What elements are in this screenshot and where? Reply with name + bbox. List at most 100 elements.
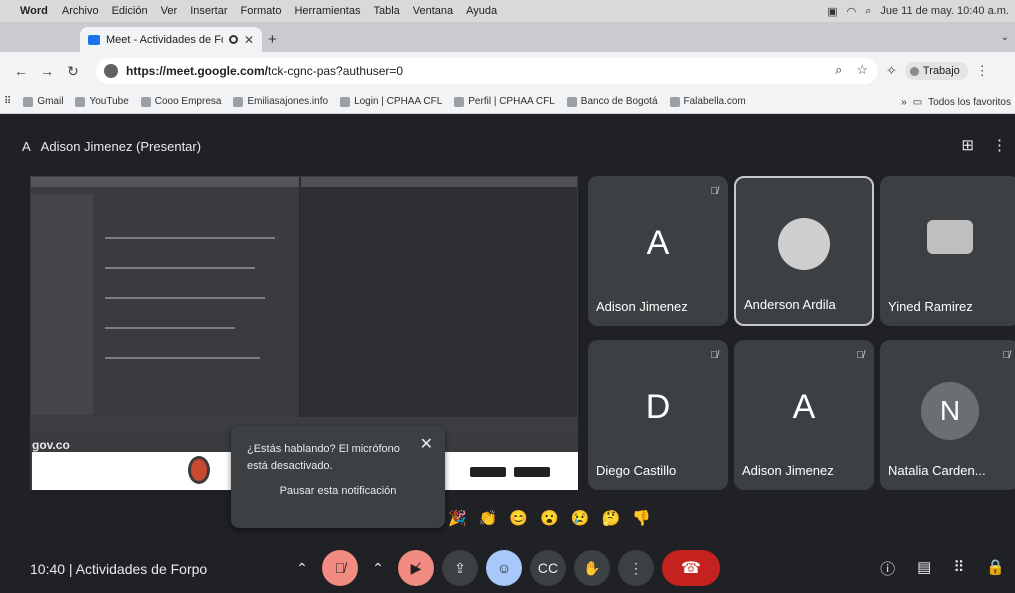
- forward-icon[interactable]: →: [36, 63, 58, 79]
- captions-button[interactable]: CC: [530, 550, 566, 586]
- wifi-icon[interactable]: ◠: [847, 5, 857, 18]
- search-icon[interactable]: ⌕: [865, 5, 871, 18]
- layout-icon[interactable]: ⊞: [961, 136, 974, 154]
- raise-hand-button[interactable]: ✋: [574, 550, 610, 586]
- mic-off-icon: 🎙̸: [856, 350, 865, 361]
- menu-edicion[interactable]: Edición: [112, 5, 148, 17]
- navigation-bar: ← → ↻ https://meet.google.com/ tck-cgnc-…: [0, 52, 1015, 90]
- screen-share-icon[interactable]: ▣: [827, 5, 837, 18]
- system-menu-bar: Word Archivo Edición Ver Insertar Format…: [0, 0, 1015, 22]
- tab-meet[interactable]: Meet - Actividades de For ✕: [80, 27, 262, 52]
- shared-window-left: [31, 177, 299, 417]
- tab-search-icon[interactable]: ⌄: [1001, 32, 1009, 43]
- participant-tile[interactable]: 🎙̸ A Adison Jimenez: [588, 176, 728, 326]
- leave-call-button[interactable]: ☎: [662, 550, 720, 586]
- bookmark-emiliasajones[interactable]: Emiliasajones.info: [233, 96, 328, 107]
- url-path: tck-cgnc-pas?authuser=0: [268, 64, 404, 78]
- reaction-smile[interactable]: 😊: [509, 509, 528, 527]
- menu-insertar[interactable]: Insertar: [190, 5, 227, 17]
- meeting-details-icon[interactable]: ⓘ: [880, 558, 895, 579]
- present-screen-button[interactable]: ⇪: [442, 550, 478, 586]
- reaction-surprised[interactable]: 😮: [540, 509, 559, 527]
- more-bookmarks-button[interactable]: »: [901, 97, 907, 108]
- extensions-icon[interactable]: ✧: [886, 63, 897, 79]
- meeting-info: 10:40 | Actividades de Forpo: [30, 561, 208, 577]
- host-controls-icon[interactable]: 🔒: [986, 558, 1005, 579]
- side-panel-buttons: ⓘ ▤ ⠿ 🔒: [880, 558, 1005, 579]
- shared-window-right: [301, 177, 577, 417]
- bookmark-perfil-cphaa[interactable]: Perfil | CPHAA CFL: [454, 96, 555, 107]
- participant-name: Yined Ramirez: [888, 299, 973, 314]
- reaction-thumbs-down[interactable]: 👎: [632, 509, 651, 527]
- video-options-chevron-icon[interactable]: ⌃: [366, 550, 390, 586]
- presenter-initial: A: [22, 139, 31, 154]
- reload-icon[interactable]: ↻: [62, 63, 84, 80]
- participant-name: Diego Castillo: [596, 463, 677, 478]
- avatar: N: [921, 382, 979, 440]
- bookmark-banco-bogota[interactable]: Banco de Bogotá: [566, 96, 658, 107]
- profile-button[interactable]: Trabajo: [904, 62, 968, 80]
- chat-icon[interactable]: ▤: [917, 558, 931, 579]
- gov-buttons: [470, 467, 550, 477]
- participant-tile-active[interactable]: Anderson Ardila: [734, 176, 874, 326]
- participant-name: Natalia Carden...: [888, 463, 986, 478]
- reaction-party[interactable]: 🎉: [448, 509, 467, 527]
- pause-notification-button[interactable]: Pausar esta notificación: [231, 485, 445, 497]
- reaction-sad[interactable]: 😢: [571, 509, 590, 527]
- bookmarks-bar: ⠿ Gmail YouTube Cooo Empresa Emiliasajon…: [0, 90, 1015, 114]
- more-options-button[interactable]: ⋮: [618, 550, 654, 586]
- mic-off-icon: 🎙̸: [710, 350, 719, 361]
- notification-message: ¿Estás hablando? El micrófono está desac…: [247, 443, 400, 472]
- avatar-photo: [927, 220, 973, 254]
- camera-toggle-button[interactable]: ▶̸: [398, 550, 434, 586]
- mic-toggle-button[interactable]: 🎙̸: [322, 550, 358, 586]
- menu-kebab-icon[interactable]: ⋮: [976, 63, 989, 79]
- participant-tile[interactable]: 🎙̸ N Natalia Carden...: [880, 340, 1015, 490]
- reaction-clap[interactable]: 👏: [479, 509, 498, 527]
- new-tab-button[interactable]: +: [268, 31, 277, 48]
- call-controls: ⌃ 🎙̸ ⌃ ▶̸ ⇪ ☺ CC ✋ ⋮ ☎: [290, 550, 720, 586]
- apps-grid-icon[interactable]: ⠿: [4, 96, 11, 107]
- stage-top-icons: ⊞ ⋮: [961, 136, 1007, 154]
- bookmark-login-cphaa[interactable]: Login | CPHAA CFL: [340, 96, 442, 107]
- menu-ver[interactable]: Ver: [161, 5, 178, 17]
- back-icon[interactable]: ←: [10, 63, 32, 79]
- participant-name: Anderson Ardila: [744, 297, 836, 312]
- menu-formato[interactable]: Formato: [240, 5, 281, 17]
- participant-tile[interactable]: Yined Ramirez: [880, 176, 1015, 326]
- tab-title: Meet - Actividades de For: [106, 33, 223, 46]
- activities-icon[interactable]: ⠿: [953, 558, 964, 579]
- menu-ayuda[interactable]: Ayuda: [466, 5, 497, 17]
- menu-herramientas[interactable]: Herramientas: [294, 5, 360, 17]
- close-tab-icon[interactable]: ✕: [244, 33, 254, 47]
- address-bar[interactable]: https://meet.google.com/ tck-cgnc-pas?au…: [96, 58, 878, 84]
- site-info-icon[interactable]: [104, 64, 118, 78]
- close-icon[interactable]: ✕: [420, 434, 433, 454]
- participant-name: Adison Jimenez: [742, 463, 834, 478]
- all-bookmarks-link[interactable]: Todos los favoritos: [928, 97, 1011, 108]
- mic-off-icon: 🎙̸: [710, 186, 719, 197]
- mic-muted-notification: ¿Estás hablando? El micrófono está desac…: [231, 426, 445, 528]
- menu-tabla[interactable]: Tabla: [373, 5, 399, 17]
- bookmark-gmail[interactable]: Gmail: [23, 96, 63, 107]
- participant-name: Adison Jimenez: [596, 299, 688, 314]
- reactions-button[interactable]: ☺: [486, 550, 522, 586]
- clock[interactable]: Jue 11 de may. 10:40 a.m.: [880, 5, 1009, 17]
- bookmark-falabella[interactable]: Falabella.com: [669, 96, 746, 107]
- participant-tile[interactable]: 🎙̸ A Adison Jimenez: [734, 340, 874, 490]
- participant-tile[interactable]: 🎙̸ D Diego Castillo: [588, 340, 728, 490]
- bookmark-empresa[interactable]: Cooo Empresa: [140, 96, 221, 107]
- bookmark-youtube[interactable]: YouTube: [75, 96, 129, 107]
- call-controls-bar: 10:40 | Actividades de Forpo ⌃ 🎙̸ ⌃ ▶̸ ⇪…: [0, 544, 1015, 593]
- avatar: A: [646, 224, 670, 262]
- colombia-seal-icon: [188, 456, 210, 484]
- audio-level-icon[interactable]: ⋮: [992, 136, 1007, 154]
- bookmark-star-icon[interactable]: ☆: [856, 62, 868, 78]
- menu-archivo[interactable]: Archivo: [62, 5, 99, 17]
- menu-ventana[interactable]: Ventana: [413, 5, 453, 17]
- mic-off-icon: 🎙̸: [1002, 350, 1011, 361]
- app-menu-word[interactable]: Word: [20, 5, 48, 17]
- audio-options-chevron-icon[interactable]: ⌃: [290, 550, 314, 586]
- reaction-thinking[interactable]: 🤔: [601, 509, 620, 527]
- zoom-icon[interactable]: ⌕: [835, 62, 842, 78]
